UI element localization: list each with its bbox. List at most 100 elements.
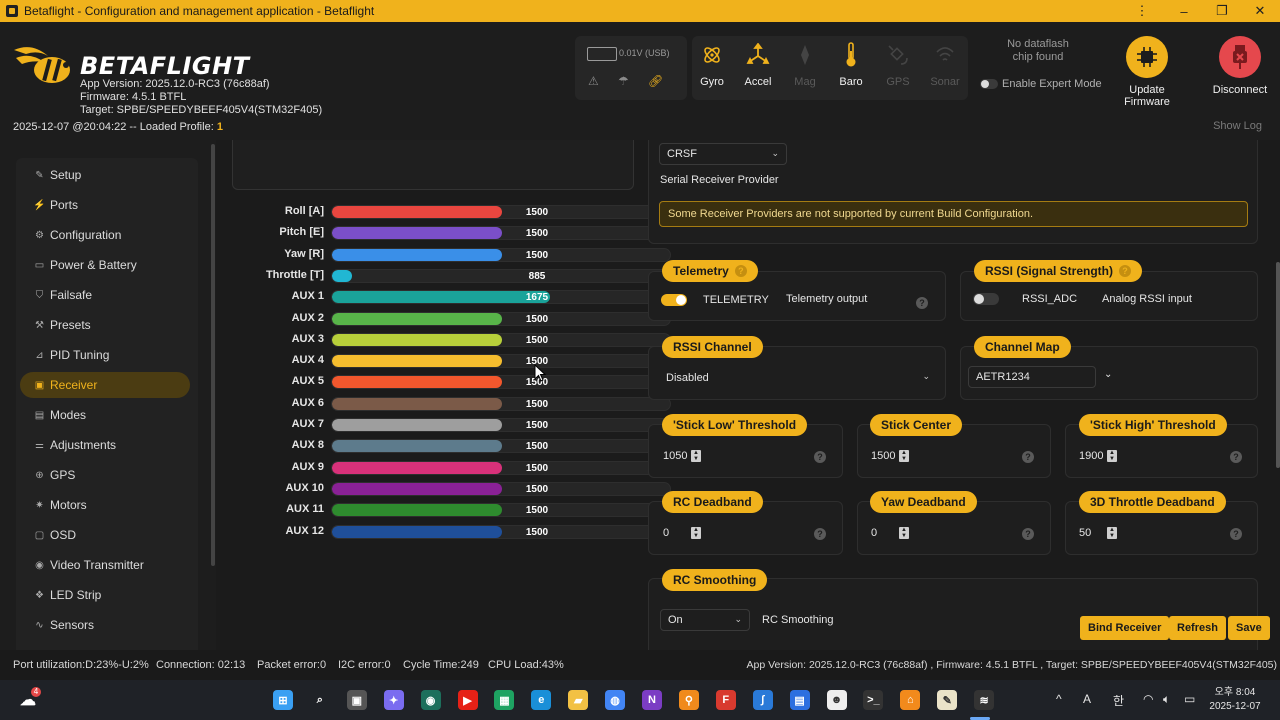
youtube-icon[interactable]: ▶ <box>457 690 478 710</box>
provider-select[interactable]: CRSF ⌄ <box>659 143 787 165</box>
rssi-toggle[interactable] <box>973 293 999 305</box>
onenote-icon[interactable]: N <box>642 690 662 710</box>
save-button[interactable]: Save <box>1228 616 1270 640</box>
clock[interactable]: 오후 8:04 2025-12-07 <box>1206 686 1264 714</box>
spinner-icon[interactable]: ▲ ▼ <box>1107 450 1117 462</box>
throttle-deadband-header: 3D Throttle Deadband <box>1079 491 1226 513</box>
chrome-icon[interactable]: ◍ <box>605 690 626 710</box>
help-icon[interactable]: ? <box>814 528 826 540</box>
sidebar-scrollbar[interactable] <box>211 144 215 566</box>
yaw-deadband-input[interactable]: 0 ▲ ▼ <box>867 522 911 544</box>
telemetry-toggle[interactable] <box>661 294 687 306</box>
sidebar-item-sensors[interactable]: ∿ Sensors <box>20 612 190 638</box>
sidebar-item-label: Modes <box>50 408 87 422</box>
help-icon[interactable]: ? <box>734 265 747 277</box>
stick-low-input[interactable]: 1050 ▲ ▼ <box>659 445 703 467</box>
help-icon[interactable]: ? <box>1230 528 1242 540</box>
content-scrollbar[interactable] <box>1276 262 1280 468</box>
explorer-icon[interactable]: ▰ <box>568 690 589 710</box>
sidebar-item-icon: ✎ <box>35 169 44 181</box>
maximize-button[interactable]: ❐ <box>1203 0 1241 22</box>
toggle-switch-icon[interactable] <box>980 79 998 89</box>
app-icon[interactable]: ◉ <box>420 690 441 710</box>
sidebar-item-receiver[interactable]: ▣ Receiver <box>20 372 190 398</box>
stick-high-input[interactable]: 1900 ▲ ▼ <box>1075 445 1119 467</box>
refresh-button[interactable]: Refresh <box>1169 616 1226 640</box>
language-icon[interactable]: 한 <box>1113 692 1124 709</box>
disconnect-button[interactable]: Disconnect <box>1200 36 1280 96</box>
sidebar-item-modes[interactable]: ▤ Modes <box>20 402 190 428</box>
rc-deadband-header: RC Deadband <box>662 491 763 513</box>
help-icon[interactable]: ? <box>814 451 826 463</box>
sidebar-item-motors[interactable]: ✷ Motors <box>20 492 190 518</box>
search-app-icon[interactable]: ⚲ <box>678 690 699 710</box>
notepad-icon[interactable]: ✎ <box>937 690 958 710</box>
rssi-channel-select[interactable]: Disabled ⌄ <box>659 367 937 389</box>
sidebar-item-configuration[interactable]: ⚙ Configuration <box>20 222 190 248</box>
channel-map-input[interactable]: AETR1234 <box>968 366 1096 388</box>
chevron-down-icon: ⌄ <box>771 148 779 158</box>
spinner-icon[interactable]: ▲ ▼ <box>899 527 909 539</box>
battery-tray-icon[interactable]: ▭ <box>1184 692 1195 706</box>
help-icon[interactable]: ? <box>1230 451 1242 463</box>
bind-receiver-button[interactable]: Bind Receiver <box>1080 616 1170 640</box>
betaflight-task-icon[interactable]: ≋ <box>974 690 995 710</box>
help-icon[interactable]: ? <box>916 297 928 309</box>
game-icon[interactable]: ☻ <box>826 690 847 710</box>
rc-smoothing-select[interactable]: On ⌄ <box>660 609 750 631</box>
disconnect-label: Disconnect <box>1212 84 1268 96</box>
edge-icon[interactable]: e <box>531 690 552 710</box>
throttle-deadband-input[interactable]: 50 ▲ ▼ <box>1075 522 1119 544</box>
brand-wordmark: BETAFLIGHT <box>80 52 250 80</box>
channel-track: 1500 <box>331 311 671 326</box>
minimize-button[interactable]: – <box>1165 0 1203 22</box>
close-button[interactable]: ✕ <box>1241 0 1279 22</box>
app-logo-icon <box>6 5 18 17</box>
orange-app-icon[interactable]: ⌂ <box>900 690 921 710</box>
channel-map-value: AETR1234 <box>976 371 1030 383</box>
expert-mode-toggle[interactable]: Enable Expert Mode <box>980 78 1102 90</box>
update-firmware-button[interactable]: Update Firmware <box>1107 36 1187 108</box>
terminal-icon[interactable]: >_ <box>863 690 884 710</box>
volume-icon[interactable]: 🔈︎ <box>1163 692 1170 707</box>
ime-icon[interactable]: A <box>1083 692 1091 706</box>
sidebar-item-setup[interactable]: ✎ Setup <box>20 162 190 188</box>
sidebar-item-ports[interactable]: ⚡ Ports <box>20 192 190 218</box>
tray-overflow-icon[interactable]: ^ <box>1056 692 1062 706</box>
sheets-icon[interactable]: ▦ <box>494 690 515 710</box>
docs-icon[interactable]: ▤ <box>789 690 810 710</box>
forms-icon[interactable]: F <box>715 690 736 710</box>
sidebar-item-icon: ⚌ <box>35 439 44 451</box>
search-icon[interactable]: ⌕ <box>310 690 330 710</box>
spinner-icon[interactable]: ▲ ▼ <box>1107 527 1117 539</box>
sidebar-item-icon: ∿ <box>35 619 44 631</box>
sidebar-item-pid-tuning[interactable]: ⊿ PID Tuning <box>20 342 190 368</box>
channel-map-header: Channel Map <box>974 336 1071 358</box>
task-view-icon[interactable]: ▣ <box>346 690 367 710</box>
start-icon[interactable]: ⊞ <box>273 690 293 710</box>
help-icon[interactable]: ? <box>1022 528 1034 540</box>
show-log-link[interactable]: Show Log <box>1213 120 1262 132</box>
settings-app-icon[interactable]: ∫ <box>752 690 773 710</box>
menu-icon[interactable]: ⋮ <box>1123 0 1161 22</box>
wifi-icon[interactable]: ◠ <box>1143 692 1153 706</box>
copilot-icon[interactable]: ✦ <box>383 690 404 710</box>
stick-center-input[interactable]: 1500 ▲ ▼ <box>867 445 911 467</box>
spinner-icon[interactable]: ▲ ▼ <box>899 450 909 462</box>
sidebar-item-presets[interactable]: ⚒ Presets <box>20 312 190 338</box>
rc-deadband-input[interactable]: 0 ▲ ▼ <box>659 522 703 544</box>
sidebar-item-video-transmitter[interactable]: ◉ Video Transmitter <box>20 552 190 578</box>
chevron-down-icon[interactable]: ⌄ <box>1104 369 1112 380</box>
help-icon[interactable]: ? <box>1022 451 1034 463</box>
sidebar-item-power-battery[interactable]: ▭ Power & Battery <box>20 252 190 278</box>
sidebar-item-failsafe[interactable]: ⛉ Failsafe <box>20 282 190 308</box>
sidebar-item-adjustments[interactable]: ⚌ Adjustments <box>20 432 190 458</box>
mouse-cursor-icon <box>534 364 546 382</box>
sidebar-item-icon: ▤ <box>34 409 45 421</box>
spinner-icon[interactable]: ▲ ▼ <box>691 527 701 539</box>
help-icon[interactable]: ? <box>1119 265 1132 277</box>
spinner-icon[interactable]: ▲ ▼ <box>691 450 701 462</box>
sidebar-item-led-strip[interactable]: ❖ LED Strip <box>20 582 190 608</box>
sidebar-item-osd[interactable]: ▢ OSD <box>20 522 190 548</box>
sidebar-item-gps[interactable]: ⊕ GPS <box>20 462 190 488</box>
